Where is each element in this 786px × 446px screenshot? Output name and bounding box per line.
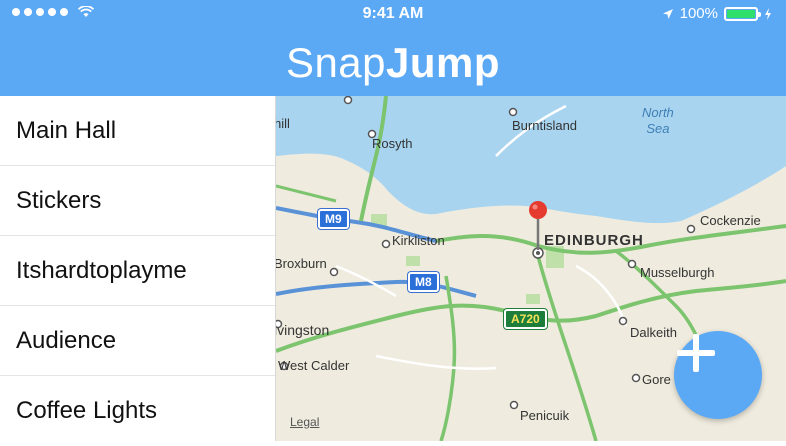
- a-road: [439, 275, 457, 441]
- map-label-broxburn: Broxburn: [276, 256, 327, 271]
- town-marker: [631, 373, 641, 383]
- list-item-audience[interactable]: Audience: [0, 306, 275, 376]
- map-label-dalkeith: Dalkeith: [630, 325, 677, 340]
- road-badge-a720: A720: [504, 309, 547, 329]
- map-label-cockenzie: Cockenzie: [700, 213, 761, 228]
- battery-level: [727, 9, 755, 18]
- list-item-coffee-lights[interactable]: Coffee Lights: [0, 376, 275, 446]
- map-label-rosyth: Rosyth: [372, 136, 413, 151]
- town-marker: [508, 107, 518, 117]
- app-header: SnapJump: [0, 30, 786, 96]
- road-badge-m8: M8: [408, 272, 439, 292]
- map-label-kirkliston: Kirkliston: [392, 233, 445, 248]
- town-marker: [381, 239, 391, 249]
- charging-bolt-icon: [765, 7, 771, 20]
- status-bar: 9:41 AM 100%: [0, 0, 786, 30]
- battery-icon: [724, 6, 761, 21]
- map-label-livingston: ivingston: [276, 322, 330, 338]
- location-pin-icon[interactable]: [528, 200, 548, 252]
- park-area: [526, 294, 540, 304]
- park-area: [406, 256, 420, 266]
- road-badge-m9: M9: [318, 209, 349, 229]
- town-marker: [627, 259, 637, 269]
- town-marker: [618, 316, 628, 326]
- app-title-light: Snap: [285, 39, 387, 86]
- map-legal-link[interactable]: Legal: [290, 415, 319, 429]
- town-marker: [686, 224, 696, 234]
- a-road: [276, 184, 337, 203]
- app-title-bold: Jump: [386, 39, 501, 86]
- map-view[interactable]: hill Burntisland Rosyth North Sea Kirkli…: [276, 96, 786, 441]
- location-arrow-icon: [662, 8, 673, 19]
- map-label-hill: hill: [276, 116, 290, 131]
- map-label-sea: Sea: [646, 121, 670, 136]
- app-title: SnapJump: [286, 39, 500, 87]
- room-list: Main Hall Stickers Itshardtoplayme Audie…: [0, 96, 276, 441]
- app-screen: 9:41 AM 100% SnapJump Main Hall Stickers…: [0, 0, 786, 441]
- map-label-gore: Gore: [642, 372, 671, 387]
- list-item-itshardtoplayme[interactable]: Itshardtoplayme: [0, 236, 275, 306]
- map-label-musselburgh: Musselburgh: [640, 265, 715, 280]
- map-label-west-calder: West Calder: [278, 358, 350, 373]
- list-item-stickers[interactable]: Stickers: [0, 166, 275, 236]
- minor-road: [375, 354, 497, 370]
- battery-percentage: 100%: [679, 5, 718, 22]
- map-label-penicuik: Penicuik: [520, 408, 570, 423]
- map-label-north-sea: North Sea: [642, 105, 674, 137]
- plus-icon: [677, 334, 715, 372]
- town-marker: [329, 267, 339, 277]
- town-marker: [509, 400, 519, 410]
- map-label-north: North: [642, 105, 674, 120]
- town-marker: [343, 96, 353, 105]
- map-label-edinburgh: EDINBURGH: [544, 232, 644, 249]
- map-label-burntisland: Burntisland: [512, 118, 578, 133]
- add-button[interactable]: [674, 331, 762, 419]
- list-item-main-hall[interactable]: Main Hall: [0, 96, 275, 166]
